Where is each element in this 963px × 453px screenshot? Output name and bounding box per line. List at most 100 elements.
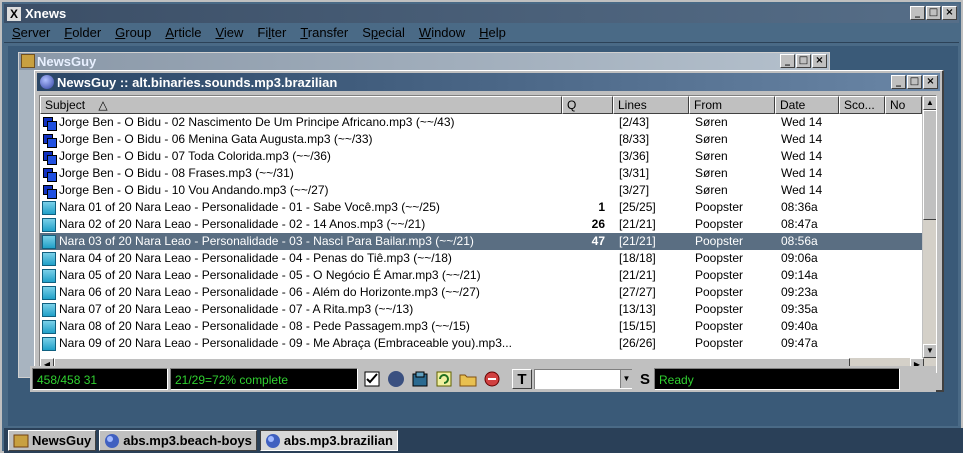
cell-q [562,318,613,335]
table-row[interactable]: Nara 04 of 20 Nara Leao - Personalidade … [40,250,922,267]
article-list[interactable]: Subject △ Q Lines From Date Sco... No Jo… [39,95,937,373]
column-header-subject[interactable]: Subject △ [40,96,562,114]
search-combo-box[interactable]: ▼ [534,369,632,389]
table-row[interactable]: Jorge Ben - O Bidu - 06 Menina Gata Augu… [40,131,922,148]
cell-q: 1 [598,200,605,214]
taskbar-button-abs-mp3-beach-boys[interactable]: abs.mp3.beach-boys [99,430,257,451]
cell-lines: [8/33] [619,132,650,146]
cell-q: 47 [591,234,605,248]
cell-subject: Nara 05 of 20 Nara Leao - Personalidade … [40,267,562,284]
cell-date: 09:14a [781,268,818,282]
cell-subject: Jorge Ben - O Bidu - 07 Toda Colorida.mp… [40,148,562,165]
table-row-selected[interactable]: Nara 03 of 20 Nara Leao - Personalidade … [40,233,922,250]
column-header-q[interactable]: Q [562,96,613,114]
cell-subject-text: Jorge Ben - O Bidu - 07 Toda Colorida.mp… [59,149,331,163]
taskbar-button-label: abs.mp3.brazilian [283,433,393,448]
single-article-icon [42,200,56,215]
column-header-date[interactable]: Date [775,96,839,114]
menu-article[interactable]: Article [165,25,201,40]
menu-server[interactable]: Server [12,25,50,40]
cell-lines: [13/13] [619,302,656,316]
cell-lines: [25/25] [619,200,656,214]
cell-subject: Nara 07 of 20 Nara Leao - Personalidade … [40,301,562,318]
decode-icon[interactable] [410,369,430,389]
single-article-icon [42,319,56,334]
globe-icon[interactable] [386,369,406,389]
table-row[interactable]: Nara 08 of 20 Nara Leao - Personalidade … [40,318,922,335]
cell-date: 09:06a [781,251,818,265]
single-article-icon [42,336,56,351]
column-header-lines[interactable]: Lines [613,96,689,114]
column-header-subject-label: Subject [45,98,86,112]
refresh-icon[interactable] [434,369,454,389]
article-rows: Jorge Ben - O Bidu - 02 Nascimento De Um… [40,114,922,352]
table-row[interactable]: Jorge Ben - O Bidu - 08 Frases.mp3 (~~/3… [40,165,922,182]
menu-help[interactable]: Help [479,25,506,40]
text-mode-button[interactable]: T [512,369,532,389]
menu-folder[interactable]: Folder [64,25,101,40]
newsguy-minimize-button[interactable]: _ [780,54,795,68]
table-row[interactable]: Nara 06 of 20 Nara Leao - Personalidade … [40,284,922,301]
table-row[interactable]: Nara 09 of 20 Nara Leao - Personalidade … [40,335,922,352]
cell-from: Poopster [695,285,744,299]
menu-bar: Server Folder Group Article View Filter Transf… [4,23,959,43]
scroll-up-arrow-icon[interactable]: ▲ [923,96,936,110]
checklist-icon[interactable] [362,369,382,389]
stop-icon[interactable] [482,369,502,389]
cell-subject: Nara 09 of 20 Nara Leao - Personalidade … [40,335,562,352]
cell-date: 08:36a [781,200,818,214]
table-row[interactable]: Nara 05 of 20 Nara Leao - Personalidade … [40,267,922,284]
folder-icon[interactable] [458,369,478,389]
scroll-down-arrow-icon[interactable]: ▼ [923,344,936,358]
column-header-row: Subject △ Q Lines From Date Sco... No [40,96,936,114]
chevron-down-icon[interactable]: ▼ [620,370,632,388]
app-title-bar[interactable]: X Xnews _ □ × [4,4,959,23]
group-maximize-button[interactable]: □ [907,75,922,89]
cell-from: Poopster [695,319,744,333]
column-header-no[interactable]: No [885,96,922,114]
multipart-article-icon [42,166,57,182]
app-close-button[interactable]: × [942,6,957,20]
xnews-app-window: X Xnews _ □ × Server Folder Group Article Vi… [0,0,963,453]
cell-subject-text: Nara 02 of 20 Nara Leao - Personalidade … [59,217,426,231]
newsguy-close-button[interactable]: × [812,54,827,68]
column-header-from[interactable]: From [689,96,775,114]
cell-subject: Jorge Ben - O Bidu - 06 Menina Gata Augu… [40,131,562,148]
cell-q [562,301,613,318]
column-header-score[interactable]: Sco... [839,96,885,114]
menu-window[interactable]: Window [419,25,465,40]
menu-special[interactable]: Special [362,25,405,40]
taskbar-button-label: abs.mp3.beach-boys [123,433,252,448]
cell-subject-text: Jorge Ben - O Bidu - 06 Menina Gata Augu… [59,132,373,146]
group-close-button[interactable]: × [923,75,938,89]
app-minimize-button[interactable]: _ [910,6,925,20]
taskbar-button-abs-mp3-brazilian[interactable]: abs.mp3.brazilian [259,430,398,451]
table-row[interactable]: Jorge Ben - O Bidu - 10 Vou Andando.mp3 … [40,182,922,199]
table-row[interactable]: Jorge Ben - O Bidu - 07 Toda Colorida.mp… [40,148,922,165]
taskbar-button-newsguy[interactable]: NewsGuy [8,430,97,451]
group-window[interactable]: NewsGuy :: alt.binaries.sounds.mp3.brazi… [34,70,944,392]
cell-q [562,114,613,131]
menu-transfer[interactable]: Transfer [300,25,348,40]
cell-date: Wed 14 [781,115,823,129]
newsguy-window-title-bar[interactable]: NewsGuy _ □ × [19,53,829,70]
menu-group[interactable]: Group [115,25,151,40]
app-maximize-button[interactable]: □ [926,6,941,20]
vertical-scroll-thumb[interactable] [923,110,936,220]
table-row[interactable]: Jorge Ben - O Bidu - 02 Nascimento De Um… [40,114,922,131]
cell-lines: [3/31] [619,166,650,180]
menu-filter[interactable]: Filter [257,25,286,40]
table-row[interactable]: Nara 01 of 20 Nara Leao - Personalidade … [40,199,922,216]
cell-subject: Jorge Ben - O Bidu - 08 Frases.mp3 (~~/3… [40,165,562,182]
group-window-title-bar[interactable]: NewsGuy :: alt.binaries.sounds.mp3.brazi… [37,73,940,91]
cell-subject: Nara 08 of 20 Nara Leao - Personalidade … [40,318,562,335]
table-row[interactable]: Nara 02 of 20 Nara Leao - Personalidade … [40,216,922,233]
newsguy-maximize-button[interactable]: □ [796,54,811,68]
group-minimize-button[interactable]: _ [891,75,906,89]
cell-lines: [18/18] [619,251,656,265]
single-article-icon [42,285,56,300]
menu-view[interactable]: View [215,25,243,40]
table-row[interactable]: Nara 07 of 20 Nara Leao - Personalidade … [40,301,922,318]
cell-date: Wed 14 [781,166,823,180]
vertical-scrollbar[interactable]: ▲ ▼ [922,96,936,372]
